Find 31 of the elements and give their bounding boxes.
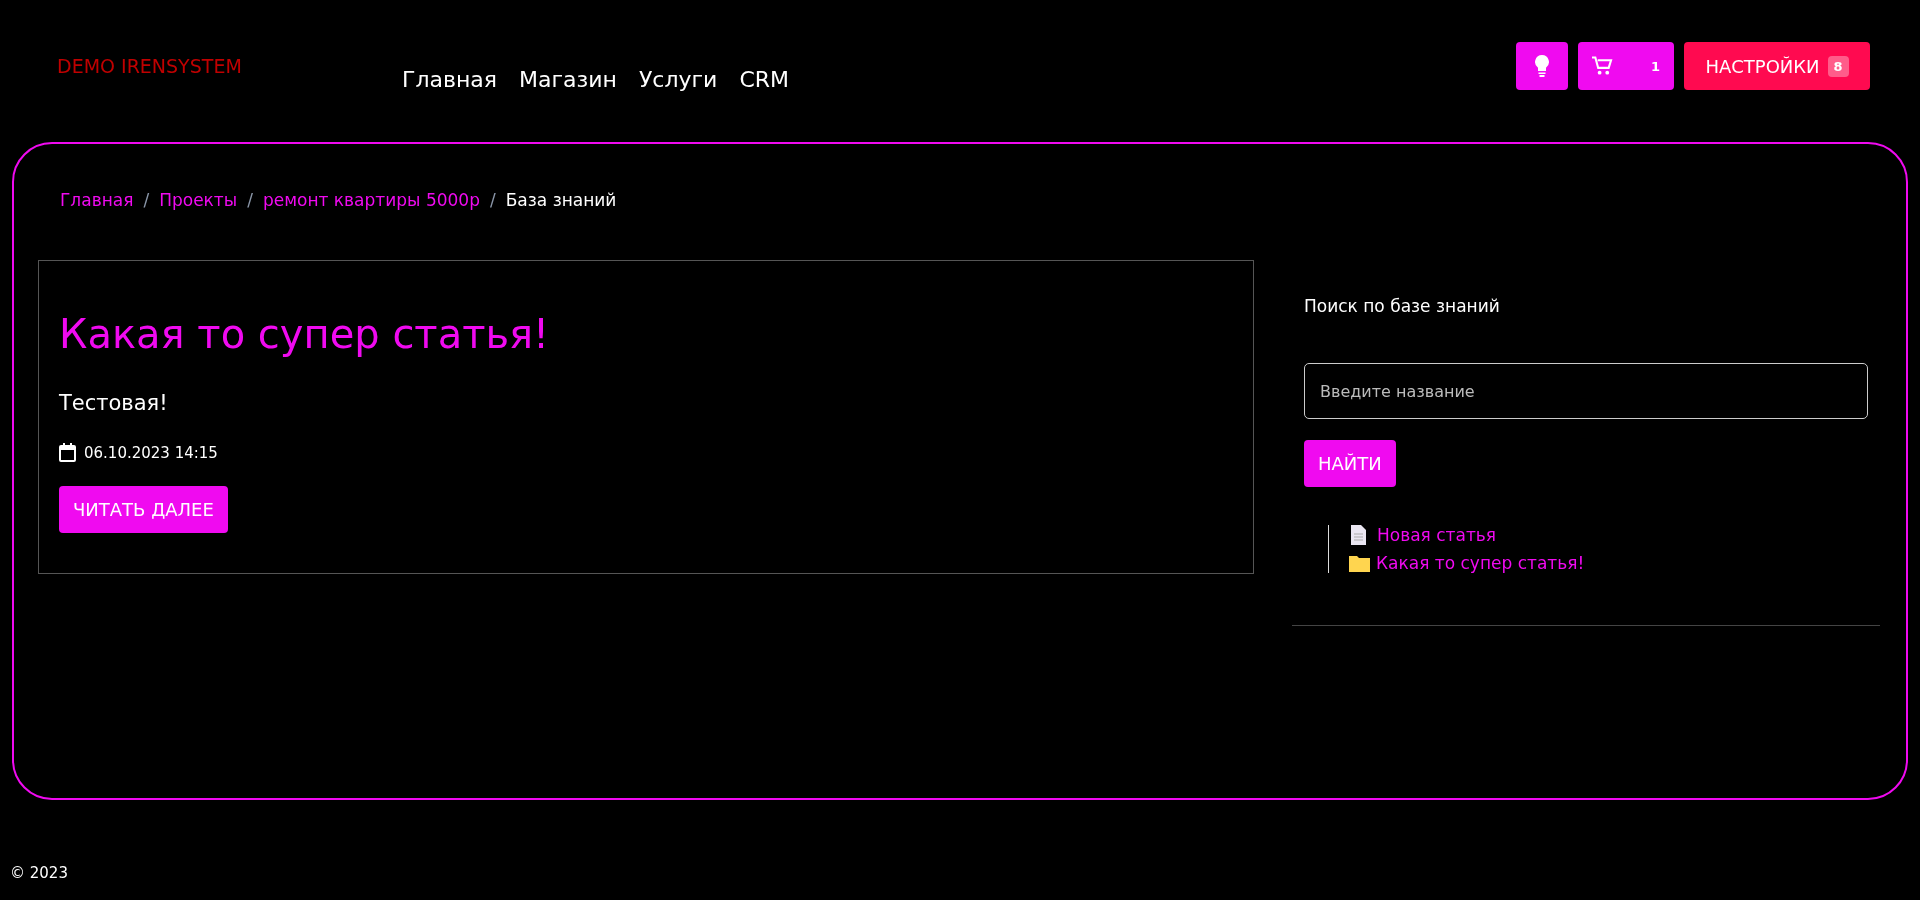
calendar-icon (59, 443, 76, 462)
settings-button[interactable]: НАСТРОЙКИ 8 (1684, 42, 1870, 90)
folder-icon (1349, 554, 1370, 572)
tree-item[interactable]: Какая то супер статья! (1376, 553, 1585, 573)
search-label: Поиск по базе знаний (1303, 296, 1501, 316)
breadcrumb-link[interactable]: Главная (60, 190, 134, 210)
tree-item[interactable]: Новая статья (1377, 525, 1497, 545)
breadcrumb-separator: / (247, 190, 253, 210)
article-title: Какая то супер статья! (59, 311, 551, 357)
nav-link[interactable]: CRM (739, 66, 789, 92)
read-more-button[interactable]: ЧИТАТЬ ДАЛЕЕ (59, 486, 228, 533)
breadcrumb-link[interactable]: ремонт квартиры 5000р (262, 190, 480, 210)
nav-link[interactable]: Услуги (638, 66, 718, 92)
find-button[interactable]: НАЙТИ (1304, 440, 1396, 487)
article-date: 06.10.2023 14:15 (84, 443, 218, 462)
nav-link[interactable]: Главная (402, 66, 498, 92)
cart-icon (1592, 56, 1613, 76)
breadcrumb-separator: / (143, 190, 150, 210)
breadcrumb-link[interactable]: Проекты (159, 190, 238, 210)
lightbulb-icon (1534, 55, 1550, 77)
nav-link[interactable]: Магазин (519, 66, 617, 92)
cart-button[interactable]: 1 (1578, 42, 1674, 90)
document-icon (1349, 525, 1367, 545)
settings-badge: 8 (1827, 55, 1849, 77)
article-summary: Тестовая! (59, 391, 169, 415)
lightbulb-button[interactable] (1516, 42, 1568, 90)
site-logo[interactable]: DEMO IRENSYSTEM (57, 55, 402, 77)
copyright-text: © 2023 (9, 863, 69, 882)
search-field[interactable]: Введите название (1304, 363, 1868, 419)
current-page-label: База знаний (505, 190, 617, 210)
breadcrumb-separator: / (489, 190, 496, 210)
